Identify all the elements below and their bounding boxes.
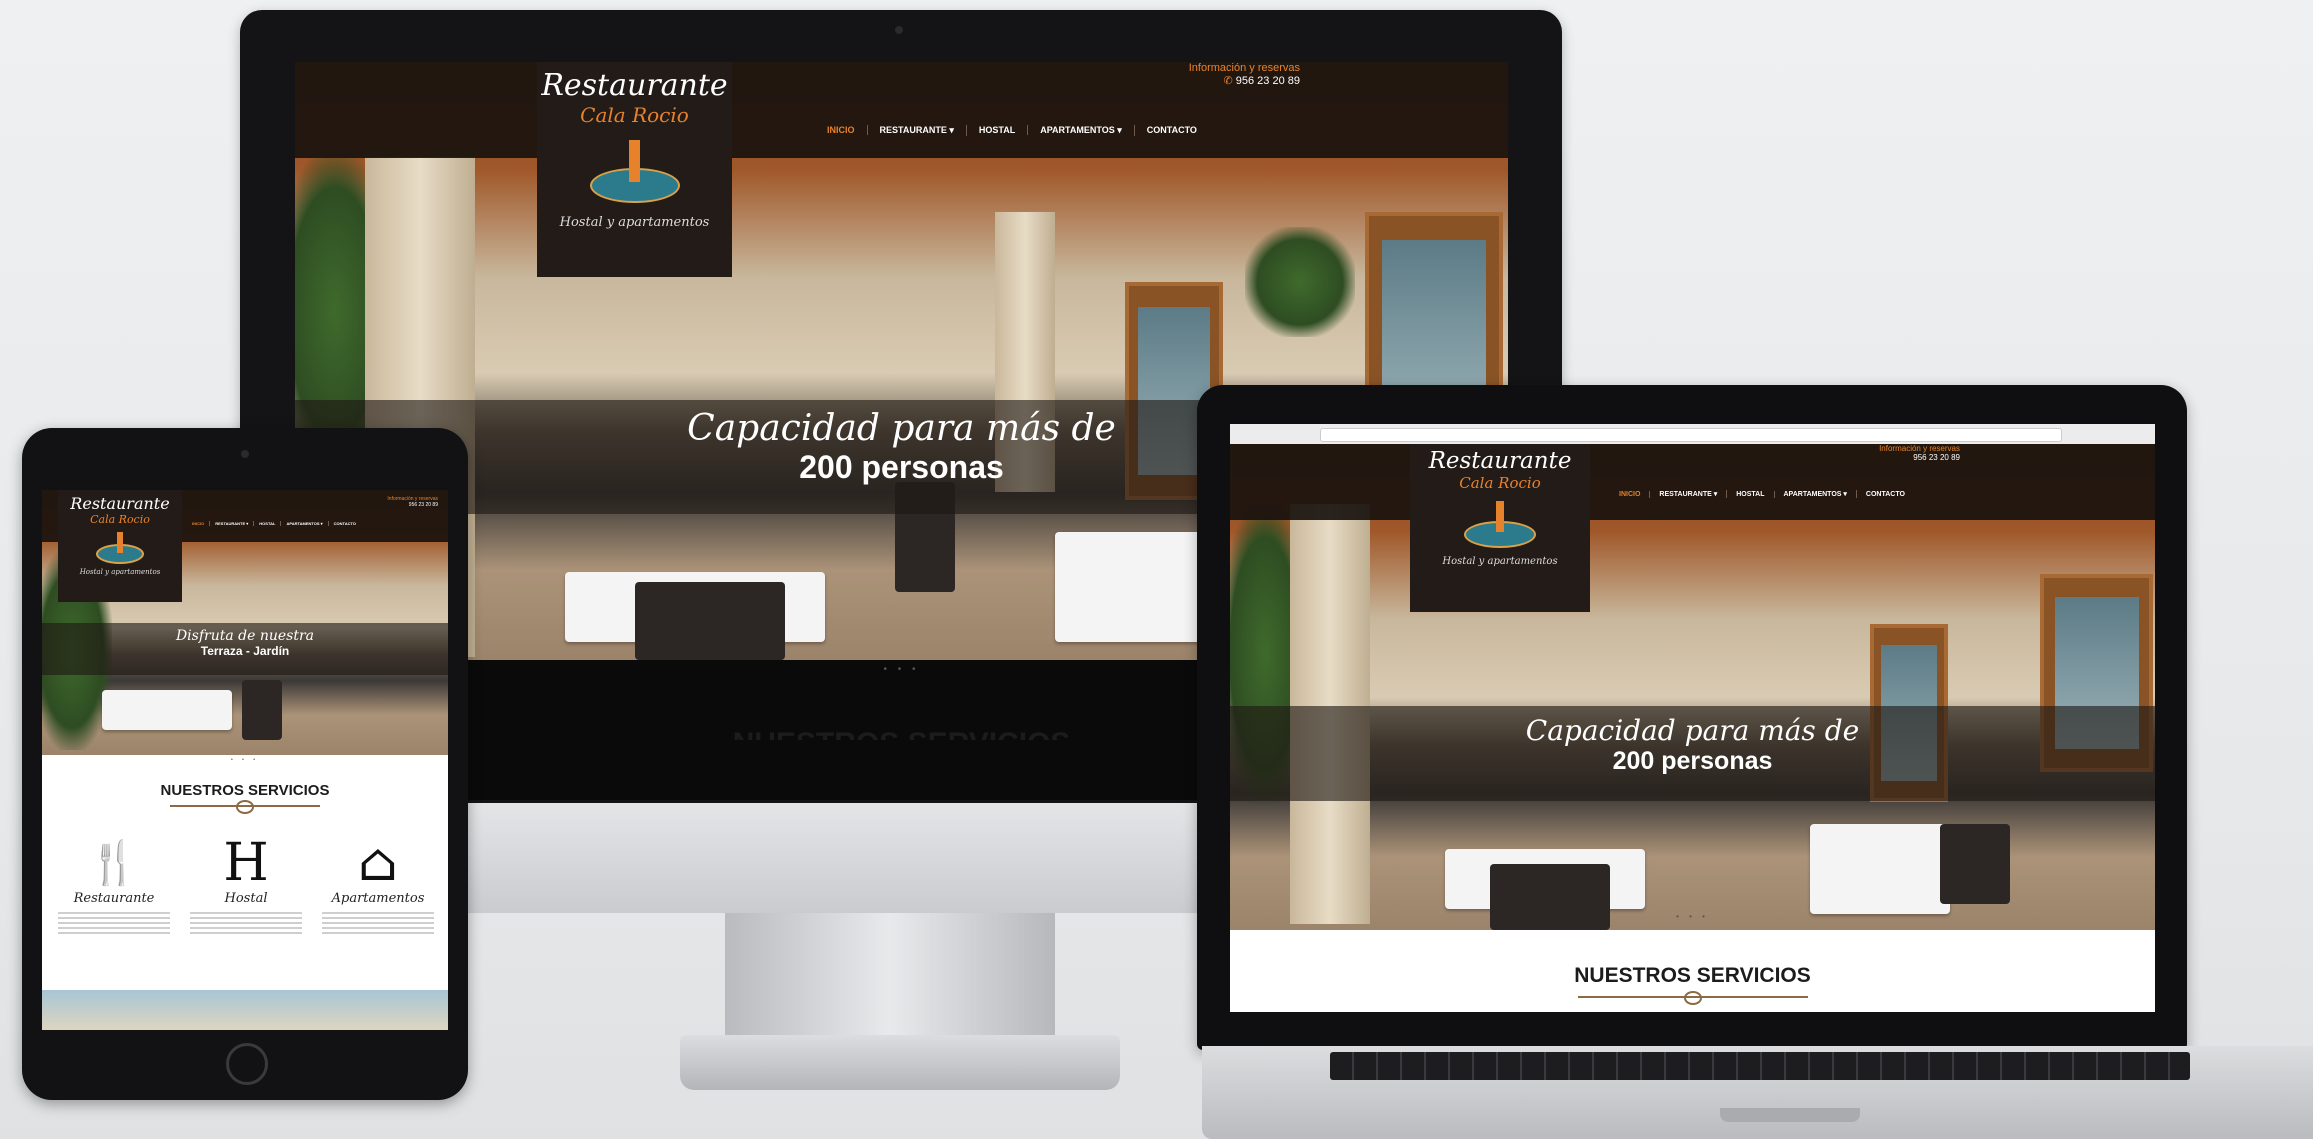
nav-item-inicio[interactable]: INICIO: [187, 521, 211, 526]
monitor-stand-neck: [725, 913, 1055, 1043]
tablet-caption-line2: Terraza - Jardín: [200, 644, 290, 658]
service-description: [58, 912, 170, 934]
laptop-site-logo[interactable]: Restaurante Cala Rocio Hostal y apartame…: [1410, 444, 1590, 612]
nav-item-contacto[interactable]: CONTACTO: [329, 521, 361, 526]
main-nav: INICIO RESTAURANTE ▾ HOSTAL APARTAMENTOS…: [815, 120, 1209, 140]
browser-address-bar[interactable]: [1320, 428, 2062, 442]
phone-icon: ✆: [1223, 75, 1233, 87]
logo-title: Restaurante: [541, 68, 728, 103]
laptop-site-header: INICIO RESTAURANTE ▾ HOSTAL APARTAMENTOS…: [1230, 444, 2155, 520]
site-header: INICIO RESTAURANTE ▾ HOSTAL APARTAMENTOS…: [295, 62, 1508, 158]
nav-item-inicio[interactable]: INICIO: [815, 125, 868, 135]
logo-tagline: Hostal y apartamentos: [1442, 556, 1558, 567]
service-hostal[interactable]: H Hostal: [190, 835, 302, 934]
nav-item-hostal[interactable]: HOSTAL: [254, 521, 282, 526]
logo-title: Restaurante: [70, 494, 170, 513]
services-ornament: [170, 805, 320, 811]
logo-tagline: Hostal y apartamentos: [559, 215, 710, 230]
nav-item-apartamentos[interactable]: APARTAMENTOS ▾: [1775, 490, 1857, 498]
nav-item-apartamentos[interactable]: APARTAMENTOS ▾: [281, 521, 329, 526]
hero-chair: [242, 680, 282, 740]
nav-item-hostal[interactable]: HOSTAL: [1727, 490, 1775, 498]
nav-item-restaurante[interactable]: RESTAURANTE ▾: [1650, 490, 1728, 498]
nav-item-contacto[interactable]: CONTACTO: [1135, 125, 1209, 135]
service-name: Apartamentos: [331, 891, 425, 906]
lighthouse-icon: [96, 528, 144, 564]
browser-toolbar: [1230, 424, 2155, 445]
tablet-contact-info: Información y reservas 956 23 20 89: [342, 496, 438, 508]
laptop-notch: [1720, 1108, 1860, 1122]
laptop-main-nav: INICIO RESTAURANTE ▾ HOSTAL APARTAMENTOS…: [1610, 490, 1914, 498]
services-title: NUESTROS SERVICIOS: [1574, 964, 1811, 987]
tablet-website: INICIO RESTAURANTE ▾ HOSTAL APARTAMENTOS…: [42, 490, 448, 1030]
slider-dots[interactable]: • • •: [1230, 912, 2155, 921]
tablet-home-button[interactable]: [226, 1043, 268, 1085]
tablet-main-nav: INICIO RESTAURANTE ▾ HOSTAL APARTAMENTOS…: [187, 521, 361, 526]
lighthouse-icon: [589, 133, 680, 203]
tablet-hero-caption: Disfruta de nuestra Terraza - Jardín: [42, 623, 448, 675]
hero-plants: [1245, 227, 1355, 337]
logo-tagline: Hostal y apartamentos: [79, 568, 161, 576]
tablet-footer-image: [42, 990, 448, 1030]
fork-knife-icon: 🍴: [87, 838, 141, 887]
tablet-caption-line1: Disfruta de nuestra: [175, 628, 315, 644]
hero-table: [1810, 824, 1950, 914]
tablet-site-logo[interactable]: Restaurante Cala Rocio Hostal y apartame…: [58, 490, 182, 602]
hero-table: [1055, 532, 1215, 642]
logo-title: Restaurante: [1428, 448, 1572, 474]
service-name: Restaurante: [73, 891, 155, 906]
laptop-keyboard: [1330, 1052, 2190, 1080]
laptop-hero-caption: Capacidad para más de 200 personas: [1230, 706, 2155, 801]
tablet-camera-icon: [241, 450, 249, 458]
logo-subtitle: Cala Rocio: [580, 103, 689, 127]
services-ornament: [1577, 996, 1808, 1002]
laptop-contact-info: Información y reservas 956 23 20 89: [1810, 444, 1960, 462]
nav-item-restaurante[interactable]: RESTAURANTE ▾: [210, 521, 255, 526]
hero-table: [102, 690, 232, 730]
hero-chair: [1940, 824, 2010, 904]
contact-phone[interactable]: 956 23 20 89: [1810, 453, 1960, 462]
logo-subtitle: Cala Rocio: [1459, 474, 1541, 492]
slider-dots[interactable]: • • •: [42, 757, 448, 763]
contact-phone-row[interactable]: ✆ 956 23 20 89: [1130, 74, 1300, 87]
logo-subtitle: Cala Rocio: [90, 513, 150, 526]
hero-chair: [635, 582, 785, 660]
service-name: Hostal: [224, 891, 268, 906]
contact-label: Información y reservas: [1188, 62, 1300, 74]
contact-label: Información y reservas: [1879, 444, 1960, 453]
nav-item-inicio[interactable]: INICIO: [1610, 490, 1651, 498]
nav-item-contacto[interactable]: CONTACTO: [1857, 491, 1914, 498]
nav-item-restaurante[interactable]: RESTAURANTE ▾: [868, 124, 967, 136]
nav-item-hostal[interactable]: HOSTAL: [967, 125, 1029, 135]
site-logo[interactable]: Restaurante Cala Rocio Hostal y apartame…: [537, 62, 732, 277]
laptop-website: INICIO RESTAURANTE ▾ HOSTAL APARTAMENTOS…: [1230, 424, 2155, 1012]
lighthouse-icon: [1464, 496, 1536, 548]
service-description: [190, 912, 302, 934]
laptop-caption-line2: 200 personas: [1612, 747, 1773, 775]
nav-item-apartamentos[interactable]: APARTAMENTOS ▾: [1028, 124, 1135, 136]
service-restaurante[interactable]: 🍴 Restaurante: [58, 835, 170, 934]
service-apartamentos[interactable]: ⌂ Apartamentos: [322, 835, 434, 934]
monitor-camera-icon: [895, 26, 903, 34]
hostal-h-icon: H: [223, 833, 269, 893]
laptop-caption-line1: Capacidad para más de: [1525, 714, 1860, 747]
home-icon: ⌂: [358, 833, 398, 893]
contact-info: Información y reservas ✆ 956 23 20 89: [1130, 62, 1300, 87]
contact-phone: 956 23 20 89: [1235, 75, 1300, 87]
service-description: [322, 912, 434, 934]
contact-phone[interactable]: 956 23 20 89: [342, 502, 438, 508]
services-title: NUESTROS SERVICIOS: [160, 782, 330, 799]
monitor-stand-foot: [680, 1035, 1120, 1090]
